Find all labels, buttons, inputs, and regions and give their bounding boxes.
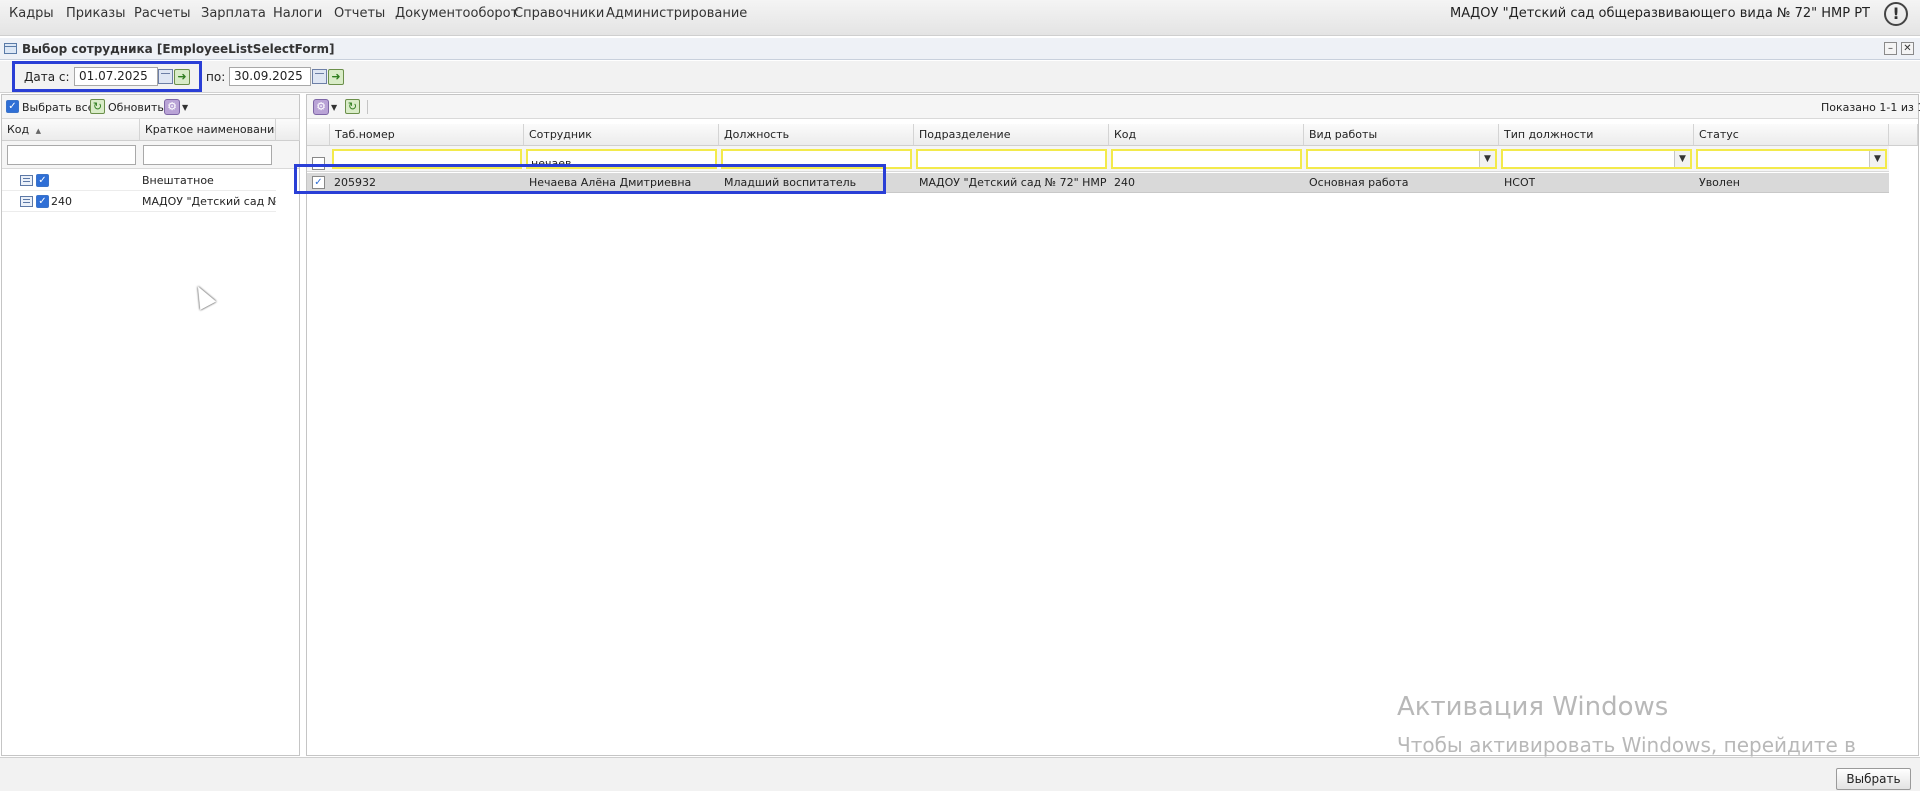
alert-icon[interactable]: !	[1884, 2, 1908, 26]
row-checkbox[interactable]: ✓	[36, 195, 49, 208]
left-col-filler	[276, 119, 300, 141]
cell-position: Младший воспитатель	[724, 176, 857, 189]
grid-settings-caret-icon[interactable]: ▼	[331, 103, 337, 112]
window-icon	[4, 43, 17, 54]
minimize-button[interactable]: –	[1884, 42, 1897, 55]
grid-toolbar: ⚙ ▼ ↻ Показано 1-1 из 1	[307, 95, 1920, 119]
date-from-apply-icon[interactable]: ➜	[174, 69, 190, 85]
cell-tab-number: 205932	[334, 176, 376, 189]
settings-icon[interactable]: ⚙	[164, 99, 180, 115]
cell-code: 240	[1114, 176, 1135, 189]
cell-work-type: Основная работа	[1309, 176, 1409, 189]
menu-item-nalogi[interactable]: Налоги	[273, 0, 322, 29]
tree-node-icon	[20, 175, 33, 186]
mouse-cursor-icon	[189, 282, 217, 310]
left-panel: ✓ Выбрать все ↻ Обновить ⚙ ▼ Код ▲ Кратк…	[1, 94, 300, 756]
chevron-down-icon[interactable]: ▼	[1674, 151, 1690, 167]
select-all-rows-checkbox[interactable]	[312, 157, 325, 170]
refresh-icon[interactable]: ↻	[90, 99, 105, 114]
left-row-code: 240	[51, 195, 72, 208]
chevron-down-icon[interactable]: ▼	[1479, 151, 1495, 167]
filter-work-type[interactable]: ▼	[1306, 149, 1497, 169]
date-from-calendar-icon[interactable]	[158, 69, 173, 84]
grid-col-code[interactable]: Код	[1109, 124, 1304, 146]
left-row-0[interactable]: ✓ Внештатное	[2, 171, 276, 191]
grid-filter-row: нечаев ▼ ▼ ▼	[307, 146, 1889, 172]
organization-title: МАДОУ "Детский сад общеразвивающего вида…	[1450, 6, 1870, 21]
settings-caret-icon[interactable]: ▼	[182, 103, 188, 112]
grid-col-tab-number[interactable]: Таб.номер	[330, 124, 524, 146]
cell-employee: Нечаева Алёна Дмитриевна	[529, 176, 692, 189]
filter-employee[interactable]: нечаев	[526, 149, 717, 169]
select-button[interactable]: Выбрать	[1836, 768, 1911, 790]
menu-item-administrirovanie[interactable]: Администрирование	[606, 0, 747, 29]
date-to-input[interactable]: 30.09.2025	[229, 67, 311, 86]
left-col-name[interactable]: Краткое наименование	[140, 119, 276, 141]
window-title: Выбор сотрудника [EmployeeListSelectForm…	[22, 42, 335, 56]
grid-col-department[interactable]: Подразделение	[914, 124, 1109, 146]
cell-department: МАДОУ "Детский сад № 72" НМР РТ	[919, 176, 1107, 189]
filter-status[interactable]: ▼	[1696, 149, 1887, 169]
select-all-checkbox[interactable]: ✓	[6, 100, 19, 113]
menu-item-spravochniki[interactable]: Справочники	[514, 0, 604, 29]
menu-item-raschety[interactable]: Расчеты	[134, 0, 190, 29]
row-checkbox[interactable]: ✓	[36, 174, 49, 187]
date-to-apply-icon[interactable]: ➜	[328, 69, 344, 85]
left-filter-name[interactable]	[143, 145, 272, 165]
chevron-down-icon[interactable]: ▼	[1869, 151, 1885, 167]
close-button[interactable]: ✕	[1901, 42, 1914, 55]
left-row-name: Внештатное	[142, 174, 214, 187]
sort-asc-icon: ▲	[35, 127, 42, 135]
date-to-calendar-icon[interactable]	[312, 69, 327, 84]
cell-status: Уволен	[1699, 176, 1740, 189]
menu-item-kadry[interactable]: Кадры	[9, 0, 54, 29]
filter-code[interactable]	[1111, 149, 1302, 169]
window-title-bar: Выбор сотрудника [EmployeeListSelectForm…	[0, 38, 1920, 60]
bottom-bar: Выбрать	[0, 757, 1920, 791]
grid-col-status[interactable]: Статус	[1694, 124, 1889, 146]
left-row-name: МАДОУ "Детский сад № 72" НМР РТ	[142, 195, 276, 208]
left-filter-code[interactable]	[7, 145, 136, 165]
date-filter-bar: Дата с: 01.07.2025 ➜ по: 30.09.2025 ➜	[0, 61, 1920, 93]
filter-position[interactable]	[721, 149, 912, 169]
windows-activation-title: Активация Windows	[1397, 692, 1669, 722]
left-row-1[interactable]: ✓ 240 МАДОУ "Детский сад № 72" НМР РТ	[2, 192, 276, 212]
tree-node-icon	[20, 196, 33, 207]
filter-tab-number[interactable]	[332, 149, 522, 169]
filter-position-type[interactable]: ▼	[1501, 149, 1692, 169]
left-toolbar: ✓ Выбрать все ↻ Обновить ⚙ ▼	[2, 95, 299, 119]
grid-settings-icon[interactable]: ⚙	[313, 99, 329, 115]
grid-refresh-icon[interactable]: ↻	[345, 99, 360, 114]
employee-grid-panel: ⚙ ▼ ↻ Показано 1-1 из 1 Таб.номер Сотруд…	[306, 94, 1920, 756]
menu-item-dokumentooborot[interactable]: Документооборот	[395, 0, 518, 29]
row-select-checkbox[interactable]: ✓	[312, 176, 325, 189]
grid-col-select	[307, 124, 330, 146]
menu-item-zarplata[interactable]: Зарплата	[201, 0, 266, 29]
left-col-code[interactable]: Код ▲	[2, 119, 140, 141]
left-filter-row	[2, 141, 299, 169]
select-all-label[interactable]: Выбрать все	[22, 101, 94, 114]
grid-col-work-type[interactable]: Вид работы	[1304, 124, 1499, 146]
left-col-code-label: Код	[7, 123, 30, 136]
toolbar-separator	[367, 100, 368, 114]
menu-item-otchety[interactable]: Отчеты	[334, 0, 385, 29]
shown-count: Показано 1-1 из 1	[1821, 101, 1920, 114]
top-menu-bar: Кадры Приказы Расчеты Зарплата Налоги От…	[0, 0, 1920, 36]
cell-position-type: НСОТ	[1504, 176, 1536, 189]
grid-col-position[interactable]: Должность	[719, 124, 914, 146]
grid-col-filler	[1889, 124, 1918, 146]
menu-item-prikazy[interactable]: Приказы	[66, 0, 125, 29]
grid-col-position-type[interactable]: Тип должности	[1499, 124, 1694, 146]
date-from-label: Дата с:	[24, 70, 70, 84]
date-from-input[interactable]: 01.07.2025	[74, 67, 158, 86]
table-row[interactable]: ✓ 205932 Нечаева Алёна Дмитриевна Младши…	[307, 173, 1889, 193]
filter-department[interactable]	[916, 149, 1107, 169]
grid-col-employee[interactable]: Сотрудник	[524, 124, 719, 146]
refresh-button[interactable]: Обновить	[108, 101, 164, 114]
date-to-label: по:	[206, 70, 226, 84]
